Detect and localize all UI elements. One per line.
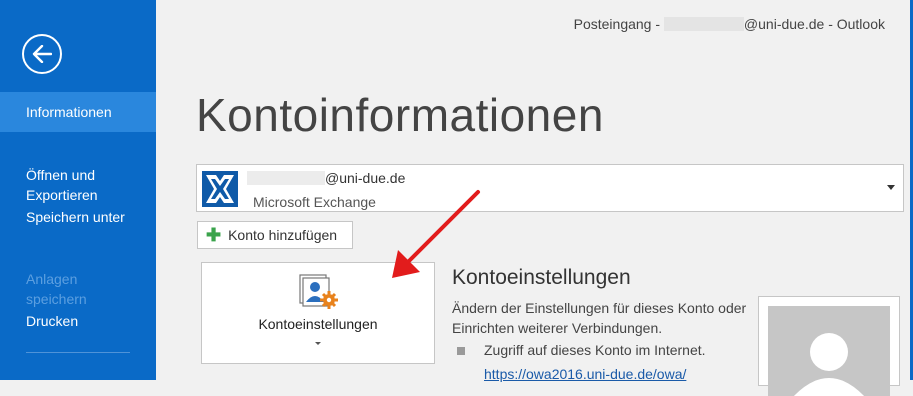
- plus-icon: ✚: [206, 225, 222, 245]
- section-heading: Kontoeinstellungen: [452, 266, 631, 289]
- nav-item-label: Informationen: [26, 104, 112, 120]
- add-account-button[interactable]: ✚ Konto hinzufügen: [197, 221, 353, 249]
- nav-item-oeffnen-exportieren[interactable]: Öffnen und Exportieren: [0, 145, 156, 205]
- section-description: Ändern der Einstellungen für dieses Kont…: [452, 300, 747, 336]
- settings-tile-label: Kontoeinstellungen: [258, 316, 378, 332]
- nav-item-anlagen-speichern: Anlagen speichern: [0, 249, 156, 309]
- redacted-text: [663, 17, 744, 31]
- exchange-icon: [202, 171, 238, 207]
- profile-picture[interactable]: [758, 296, 900, 396]
- nav-item-label: Drucken: [26, 313, 79, 329]
- bullet-text: Zugriff auf dieses Konto im Internet.: [484, 342, 706, 358]
- nav-item-drucken[interactable]: Drucken: [0, 311, 156, 331]
- account-settings-icon: [299, 274, 338, 309]
- nav-divider: [26, 352, 130, 353]
- bullet-icon: [457, 347, 465, 355]
- account-email-suffix: @uni-due.de: [325, 170, 406, 186]
- account-email: @uni-due.de: [247, 170, 405, 186]
- back-button[interactable]: [22, 34, 62, 74]
- window-title: Posteingang - @uni-due.de - Outlook: [574, 16, 885, 32]
- chevron-down-icon: [887, 185, 895, 190]
- nav-item-speichern-unter[interactable]: Speichern unter: [0, 207, 156, 227]
- nav-item-label: Anlagen speichern: [26, 271, 87, 307]
- account-selector[interactable]: @uni-due.de Microsoft Exchange: [196, 164, 904, 212]
- backstage-sidebar: Informationen Öffnen und Exportieren Spe…: [0, 0, 156, 380]
- avatar: [768, 306, 890, 396]
- add-account-label: Konto hinzufügen: [228, 227, 338, 243]
- back-arrow-icon: [32, 45, 52, 63]
- nav-item-label: Öffnen und Exportieren: [26, 167, 98, 203]
- nav-item-label: Speichern unter: [26, 209, 125, 225]
- window-title-suffix: @uni-due.de - Outlook: [743, 16, 885, 32]
- window-title-prefix: Posteingang -: [573, 16, 664, 32]
- nav-item-informationen[interactable]: Informationen: [0, 92, 156, 132]
- person-silhouette-icon: [794, 333, 864, 396]
- caret-down-icon: [315, 342, 321, 345]
- redacted-text: [247, 171, 325, 185]
- page-title: Kontoinformationen: [196, 89, 604, 141]
- account-settings-tile[interactable]: Kontoeinstellungen: [201, 262, 435, 364]
- account-type: Microsoft Exchange: [253, 194, 376, 210]
